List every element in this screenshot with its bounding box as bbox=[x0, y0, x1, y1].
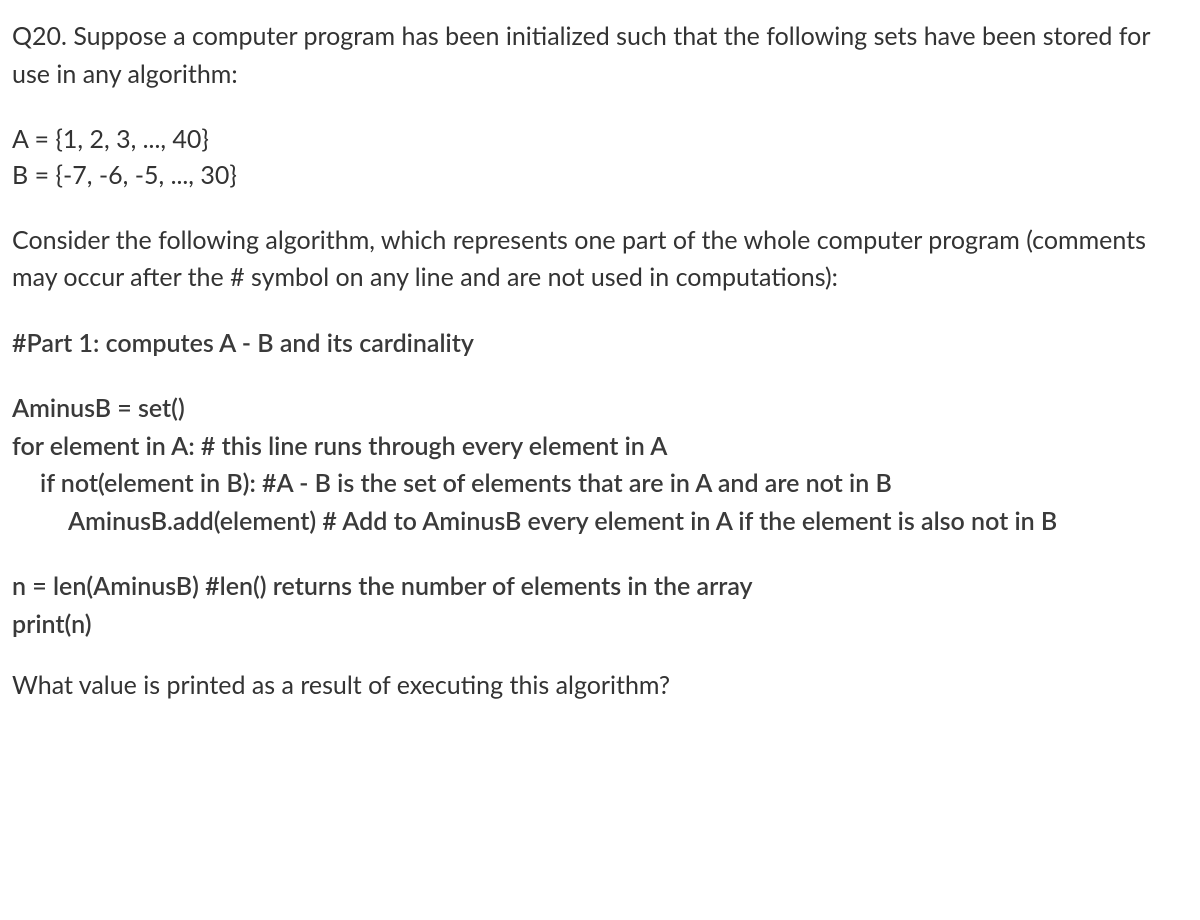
algorithm-intro: Consider the following algorithm, which … bbox=[12, 222, 1188, 297]
code-line-6: print(n) bbox=[12, 606, 1188, 644]
code-line-4: AminusB.add(element) # Add to AminusB ev… bbox=[12, 503, 1188, 541]
set-a-definition: A = {1, 2, 3, ..., 40} bbox=[12, 121, 1188, 157]
algorithm-code-block: AminusB = set() for element in A: # this… bbox=[12, 390, 1188, 540]
code-line-2: for element in A: # this line runs throu… bbox=[12, 428, 1188, 466]
code-line-3: if not(element in B): #A - B is the set … bbox=[12, 465, 1188, 503]
final-code-block: n = len(AminusB) #len() returns the numb… bbox=[12, 568, 1188, 643]
set-b-definition: B = {-7, -6, -5, ..., 30} bbox=[12, 157, 1188, 193]
code-line-1: AminusB = set() bbox=[12, 390, 1188, 428]
question-intro: Q20. Suppose a computer program has been… bbox=[12, 18, 1188, 93]
code-line-5: n = len(AminusB) #len() returns the numb… bbox=[12, 568, 1188, 606]
set-definitions: A = {1, 2, 3, ..., 40} B = {-7, -6, -5, … bbox=[12, 121, 1188, 194]
part-1-title: #Part 1: computes A - B and its cardinal… bbox=[12, 325, 1188, 363]
final-question-prompt: What value is printed as a result of exe… bbox=[12, 667, 1188, 705]
